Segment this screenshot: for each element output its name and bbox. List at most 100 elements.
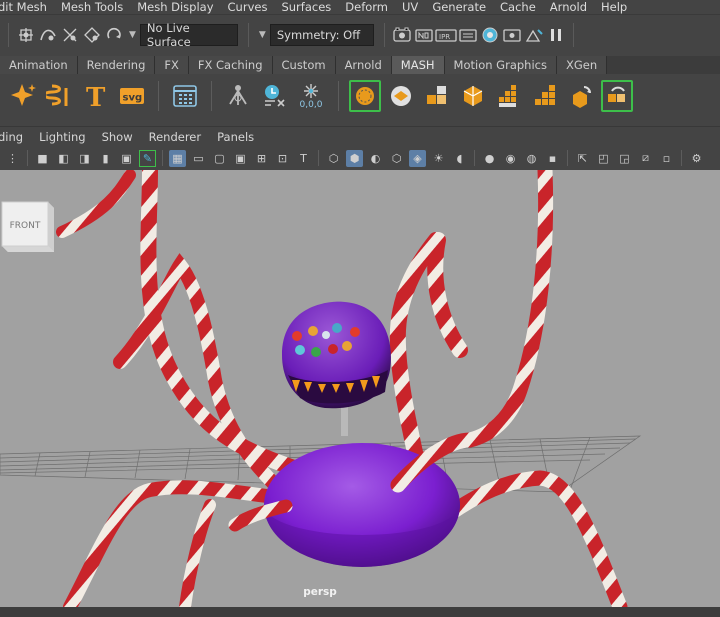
safe-action-icon[interactable]: ⊡ — [274, 150, 291, 167]
menu-mesh-display[interactable]: Mesh Display — [130, 0, 220, 14]
menu-surfaces[interactable]: Surfaces — [274, 0, 338, 14]
render-setup-icon[interactable] — [501, 24, 523, 46]
menu-show[interactable]: Show — [94, 130, 141, 144]
snap-to-view-plane-icon[interactable] — [81, 24, 103, 46]
wireframe-icon[interactable]: ⬡ — [325, 150, 342, 167]
symmetry-field[interactable]: Symmetry: Off — [269, 23, 374, 46]
depth-of-field-icon[interactable]: ▪ — [544, 150, 561, 167]
mash-blocks-icon[interactable] — [421, 80, 453, 112]
origin-coords-label: 0,0,0 — [299, 100, 323, 110]
select-camera-icon[interactable]: ■ — [34, 150, 51, 167]
menu-curves[interactable]: Curves — [221, 0, 275, 14]
render-current-frame-icon[interactable] — [413, 24, 435, 46]
use-all-lights-icon[interactable]: ☀ — [430, 150, 447, 167]
field-chart-icon[interactable]: ⊞ — [253, 150, 270, 167]
grid-panel-icon[interactable] — [169, 80, 201, 112]
chevron-down-icon[interactable]: ▼ — [255, 30, 270, 40]
snap-to-grid-icon[interactable] — [15, 24, 37, 46]
safe-title-icon[interactable]: T — [295, 150, 312, 167]
snap-to-point-icon[interactable] — [59, 24, 81, 46]
curve-warp-icon[interactable] — [44, 80, 76, 112]
menu-arnold[interactable]: Arnold — [543, 0, 594, 14]
exposure-icon[interactable]: ⚙ — [688, 150, 705, 167]
menu-uv[interactable]: UV — [395, 0, 425, 14]
gate-mask-icon[interactable]: ▣ — [232, 150, 249, 167]
hypershade-icon[interactable] — [479, 24, 501, 46]
menu-help[interactable]: Help — [594, 0, 634, 14]
film-gate-icon[interactable]: ▭ — [190, 150, 207, 167]
svg-tool-icon[interactable]: svg — [116, 80, 148, 112]
main-menu-bar: dit Mesh Mesh Tools Mesh Display Curves … — [0, 0, 720, 14]
mash-staircase-icon[interactable] — [529, 80, 561, 112]
mash-distribute-icon[interactable] — [385, 80, 417, 112]
make-live-icon[interactable] — [103, 24, 125, 46]
mash-cube-icon[interactable] — [457, 80, 489, 112]
origin-snap-icon[interactable]: 0,0,0 — [294, 80, 328, 112]
mash-grid-icon[interactable] — [493, 80, 525, 112]
tab-rendering[interactable]: Rendering — [77, 56, 156, 74]
tab-arnold[interactable]: Arnold — [335, 56, 392, 74]
menu-cache[interactable]: Cache — [493, 0, 543, 14]
smooth-shade-icon[interactable]: ⬢ — [346, 149, 363, 167]
separator — [681, 150, 682, 166]
resolution-gate-icon[interactable]: ▢ — [211, 150, 228, 167]
tab-xgen[interactable]: XGen — [556, 56, 608, 74]
camera-attributes-icon[interactable]: ◧ — [55, 150, 72, 167]
pause-icon[interactable] — [545, 24, 567, 46]
menu-edit-mesh[interactable]: dit Mesh — [0, 0, 54, 14]
render-settings-icon[interactable] — [457, 24, 479, 46]
snap-to-curve-icon[interactable] — [37, 24, 59, 46]
2d-pan-icon[interactable]: ▣ — [118, 150, 135, 167]
image-plane-icon[interactable]: ▮ — [97, 150, 114, 167]
tab-mash[interactable]: MASH — [391, 56, 445, 74]
grid-dots-icon[interactable]: ⋮ — [4, 150, 21, 167]
grid-icon[interactable]: ▦ — [169, 149, 186, 167]
anti-aliasing-icon[interactable]: ◍ — [523, 150, 540, 167]
scene-render — [0, 170, 642, 607]
isolate-select-icon[interactable]: ⇱ — [574, 150, 591, 167]
camera-label: persp — [303, 586, 337, 598]
sparkle-star-icon[interactable] — [8, 80, 40, 112]
fit-view-icon[interactable]: ▫ — [658, 150, 675, 167]
tab-motion-graphics[interactable]: Motion Graphics — [444, 56, 557, 74]
chevron-down-icon[interactable]: ▼ — [125, 30, 140, 40]
svg-text:IPR: IPR — [439, 33, 450, 41]
tripod-icon[interactable] — [222, 80, 254, 112]
viewport-persp[interactable]: FRONT — [0, 170, 720, 607]
separator — [27, 150, 28, 166]
menu-generate[interactable]: Generate — [425, 0, 493, 14]
default-material-icon[interactable]: ◐ — [367, 150, 384, 167]
menu-shading[interactable]: ding — [0, 130, 31, 144]
live-surface-field[interactable]: No Live Surface — [139, 21, 238, 49]
wireframe-on-shaded-icon[interactable]: ⬡ — [388, 150, 405, 167]
render-view-icon[interactable] — [391, 24, 413, 46]
separator — [318, 150, 319, 166]
mash-refresh-cube-icon[interactable] — [565, 80, 597, 112]
ipr-render-icon[interactable]: IPR — [435, 24, 457, 46]
tab-animation[interactable]: Animation — [0, 56, 78, 74]
grease-pencil-icon[interactable]: ✎ — [139, 149, 156, 167]
tab-fx-caching[interactable]: FX Caching — [188, 56, 273, 74]
view-cube[interactable]: FRONT — [0, 198, 56, 252]
textured-icon[interactable]: ◈ — [409, 149, 426, 167]
ambient-occlusion-icon[interactable]: ● — [481, 150, 498, 167]
menu-panels[interactable]: Panels — [209, 130, 262, 144]
tab-custom[interactable]: Custom — [272, 56, 336, 74]
light-editor-icon[interactable] — [523, 24, 545, 46]
menu-mesh-tools[interactable]: Mesh Tools — [54, 0, 130, 14]
mash-waiter-icon[interactable] — [349, 80, 381, 112]
xray-active-components-icon[interactable]: ◲ — [616, 150, 633, 167]
xray-icon[interactable]: ◰ — [595, 150, 612, 167]
shadows-icon[interactable]: ◖ — [451, 150, 468, 167]
menu-lighting[interactable]: Lighting — [31, 130, 93, 144]
motion-blur-icon[interactable]: ◉ — [502, 150, 519, 167]
bookmarks-icon[interactable]: ◨ — [76, 150, 93, 167]
clear-time-icon[interactable] — [258, 80, 290, 112]
mash-cycle-icon[interactable] — [601, 80, 633, 112]
panel-menu-bar: ding Lighting Show Renderer Panels — [0, 126, 720, 146]
menu-renderer[interactable]: Renderer — [141, 130, 210, 144]
tab-fx[interactable]: FX — [155, 56, 189, 74]
xray-joints-icon[interactable]: ⧄ — [637, 150, 654, 167]
menu-deform[interactable]: Deform — [338, 0, 395, 14]
type-tool-icon[interactable]: T — [80, 80, 112, 112]
